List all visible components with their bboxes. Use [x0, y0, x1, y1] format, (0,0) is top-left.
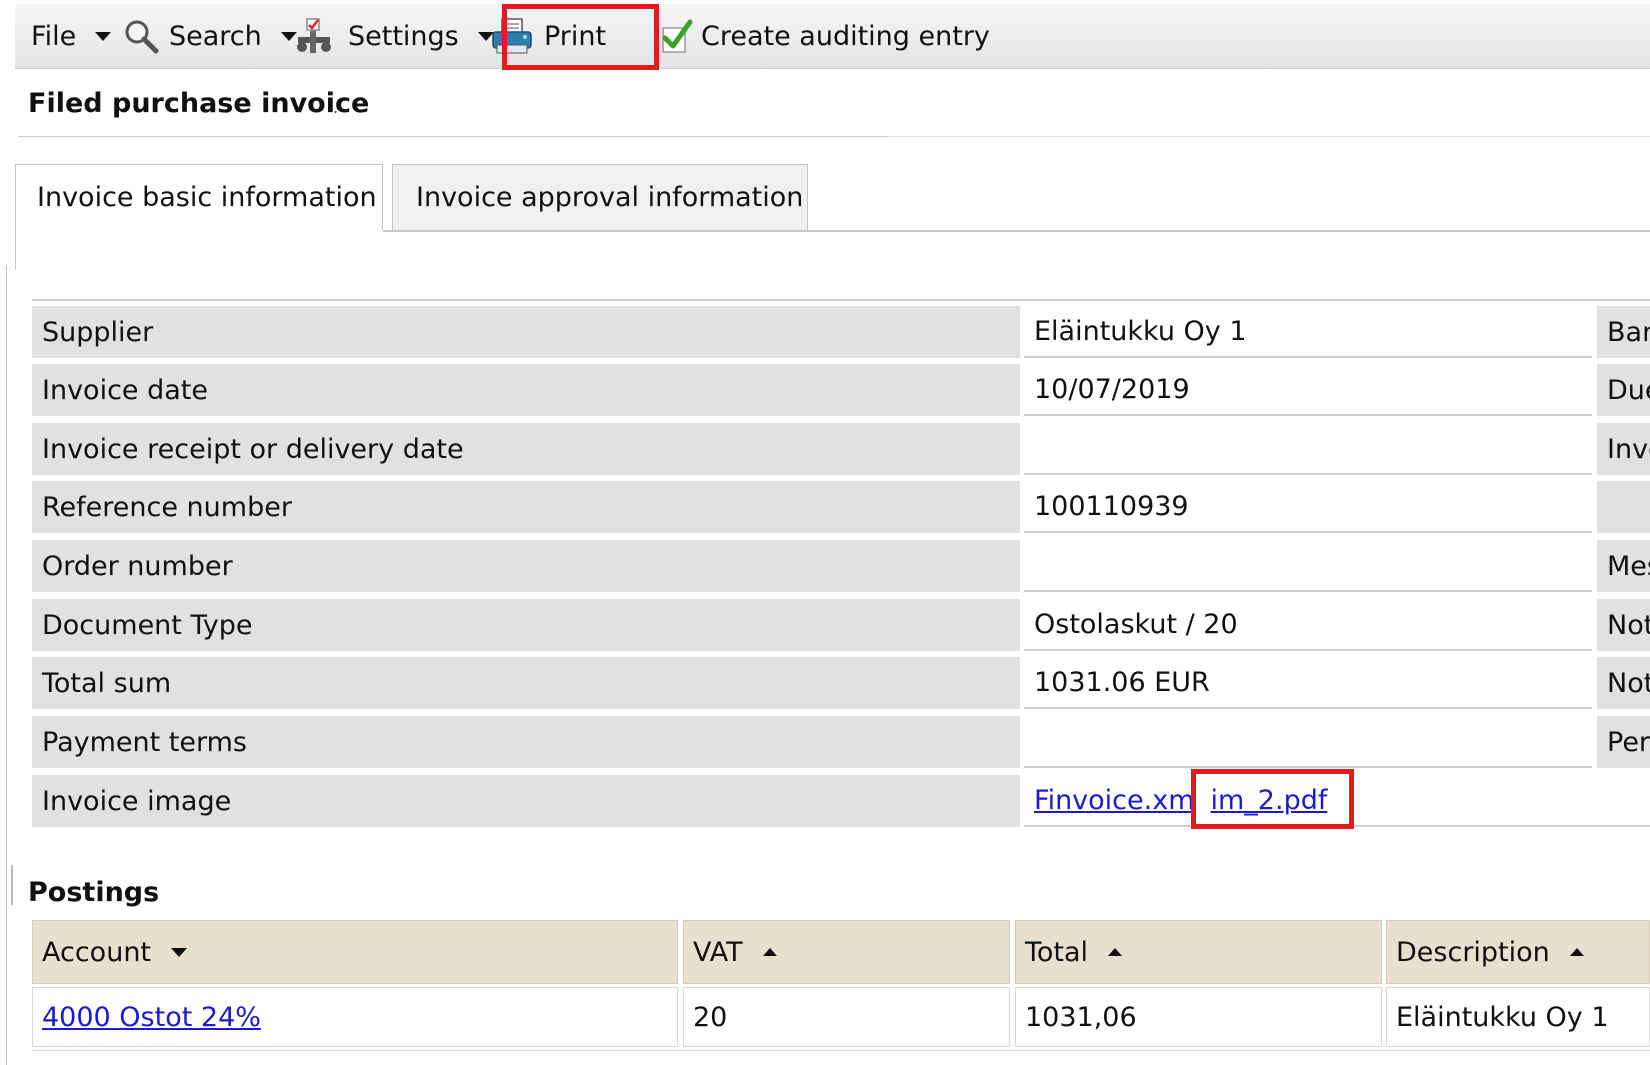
toolbar: File Search Settings Print Create auditi…: [15, 4, 1650, 69]
column-header-description[interactable]: Description: [1386, 920, 1650, 984]
detail-label-invoice-date: Invoice date: [32, 364, 1020, 416]
posting-cell-vat: 20: [683, 987, 1010, 1047]
column-header-account[interactable]: Account: [32, 920, 678, 984]
file-menu-label: File: [31, 20, 77, 52]
tab-invoice-approval-information[interactable]: Invoice approval information: [392, 164, 808, 231]
column-header-description-label: Description: [1396, 936, 1550, 968]
create-auditing-entry-button[interactable]: Create auditing entry: [659, 4, 990, 68]
details-top-border: [32, 299, 1650, 301]
detail-value-reference-number: 100110939: [1024, 481, 1592, 533]
detail-value-document-type: Ostolaskut / 20: [1024, 599, 1592, 651]
settings-menu[interactable]: Settings: [295, 4, 494, 68]
title-divider-right: [888, 136, 1650, 137]
detail-right-empty: [1597, 481, 1650, 533]
detail-right-label-due: Due: [1597, 364, 1650, 416]
detail-label-total-sum: Total sum: [32, 657, 1020, 709]
page-title-suffix: .: [333, 98, 339, 117]
settings-tools-icon: [297, 18, 331, 53]
tab-basic-label: Invoice basic information: [37, 182, 377, 213]
detail-value-payment-terms: [1024, 716, 1592, 768]
detail-value-order-number: [1024, 540, 1592, 592]
tab-invoice-basic-information[interactable]: Invoice basic information: [15, 164, 383, 230]
file-menu[interactable]: File: [31, 4, 112, 68]
posting-cell-description: Eläintukku Oy 1: [1386, 987, 1650, 1047]
create-auditing-entry-label: Create auditing entry: [701, 20, 990, 52]
detail-label-payment-terms: Payment terms: [32, 716, 1020, 768]
sort-down-icon: [171, 947, 188, 957]
detail-value-supplier: Eläintukku Oy 1: [1024, 306, 1592, 358]
printer-icon: [492, 18, 532, 54]
tab-panel-border: [15, 230, 16, 270]
search-menu-label: Search: [169, 20, 262, 52]
column-header-total[interactable]: Total: [1015, 920, 1382, 984]
detail-label-document-type: Document Type: [32, 599, 1020, 651]
detail-label-order-number: Order number: [32, 540, 1020, 592]
settings-menu-label: Settings: [348, 20, 459, 52]
search-icon: [125, 20, 159, 54]
title-divider: [18, 136, 888, 137]
sort-up-icon: [1569, 948, 1584, 956]
detail-right-label-note-2: Not: [1597, 657, 1650, 709]
posting-cell-total: 1031,06: [1015, 987, 1382, 1047]
detail-value-receipt-date: [1024, 423, 1592, 475]
detail-label-invoice-image: Invoice image: [32, 775, 1020, 827]
finvoice-xml-link[interactable]: Finvoice.xm: [1034, 785, 1195, 816]
detail-right-label-period: Peri: [1597, 716, 1650, 768]
checkmark-document-icon: [662, 19, 693, 53]
detail-right-label-message: Mes: [1597, 540, 1650, 592]
account-link[interactable]: 4000 Ostot 24%: [42, 1002, 261, 1033]
column-header-vat-label: VAT: [693, 936, 743, 968]
detail-label-supplier: Supplier: [32, 306, 1020, 358]
column-header-total-label: Total: [1025, 936, 1089, 968]
search-menu[interactable]: Search: [123, 4, 297, 68]
detail-right-label-note: Not: [1597, 599, 1650, 651]
pdf-image-link[interactable]: im_2.pdf: [1211, 785, 1328, 816]
column-header-account-label: Account: [42, 936, 152, 968]
sort-up-icon: [762, 948, 777, 956]
detail-right-label-bank: Ban: [1597, 306, 1650, 358]
tab-baseline: [383, 230, 1650, 232]
postings-title: Postings: [28, 877, 160, 908]
sort-up-icon: [1108, 948, 1123, 956]
detail-value-total-sum: 1031.06 EUR: [1024, 657, 1592, 709]
left-divider: [6, 265, 7, 1065]
detail-right-label-invoice: Invo: [1597, 423, 1650, 475]
tab-approval-label: Invoice approval information: [416, 182, 804, 213]
table-bottom-border: [32, 1050, 1650, 1051]
print-button[interactable]: Print: [491, 4, 606, 68]
detail-label-receipt-date: Invoice receipt or delivery date: [32, 423, 1020, 475]
detail-label-reference-number: Reference number: [32, 481, 1020, 533]
left-resize-handle[interactable]: [11, 865, 13, 905]
detail-value-invoice-image: Finvoice.xm im_2.pdf: [1024, 775, 1650, 827]
page-title: Filed purchase invoice: [28, 88, 370, 119]
column-header-vat[interactable]: VAT: [683, 920, 1010, 984]
posting-cell-account: 4000 Ostot 24%: [32, 987, 678, 1047]
chevron-down-icon[interactable]: [95, 31, 112, 41]
print-button-label: Print: [544, 20, 607, 52]
detail-value-invoice-date: 10/07/2019: [1024, 364, 1592, 416]
